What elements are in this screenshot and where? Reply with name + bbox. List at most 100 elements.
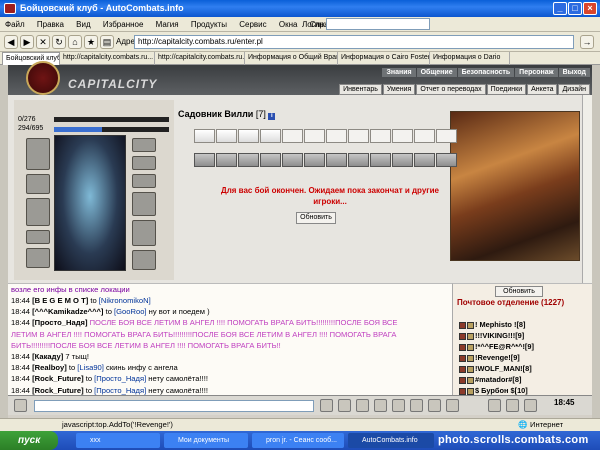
earrings-slot[interactable] bbox=[132, 138, 156, 152]
subnav-design[interactable]: Дизайн bbox=[558, 84, 590, 95]
back-icon[interactable]: ◀ bbox=[4, 35, 18, 49]
roster-item[interactable]: ! Mephisto ![8] bbox=[459, 320, 526, 329]
action-slot[interactable] bbox=[436, 153, 457, 167]
tab-capitalcity-2[interactable]: http://capitalcity.combats.ru... bbox=[155, 52, 245, 65]
chat-input[interactable] bbox=[34, 400, 314, 412]
subnav-transfers[interactable]: Отчет о переводах bbox=[416, 84, 486, 95]
people-icon[interactable] bbox=[524, 399, 537, 412]
quick-slot[interactable] bbox=[436, 129, 457, 143]
gloves-slot[interactable] bbox=[132, 192, 156, 216]
address-input[interactable]: http://capitalcity.combats.ru/enter.pl bbox=[134, 35, 574, 49]
quick-slot[interactable] bbox=[326, 129, 347, 143]
settings-icon[interactable] bbox=[410, 399, 423, 412]
roster-name[interactable]: #matador#[8] bbox=[475, 375, 521, 384]
quick-slot[interactable] bbox=[238, 129, 259, 143]
task-messenger[interactable]: pron jr. - Сеанс сооб... bbox=[252, 433, 344, 448]
go-icon[interactable]: → bbox=[580, 35, 594, 49]
action-slot[interactable] bbox=[348, 153, 369, 167]
roster-name[interactable]: $ Бурбон $[10] bbox=[475, 386, 528, 395]
roster-name[interactable]: !!!VIKING!!![9] bbox=[475, 331, 524, 340]
quick-slot[interactable] bbox=[370, 129, 391, 143]
home-icon[interactable]: ⌂ bbox=[68, 35, 82, 49]
quick-slot[interactable] bbox=[304, 129, 325, 143]
armor-slot[interactable] bbox=[26, 198, 50, 226]
tab-info-cairo[interactable]: Информация о Cairo Foster bbox=[338, 52, 430, 65]
chat-nick[interactable]: [^^^Kamikadze^^^] bbox=[32, 307, 105, 316]
weapon-slot[interactable] bbox=[26, 174, 50, 194]
translit-icon[interactable] bbox=[392, 399, 405, 412]
subnav-skills[interactable]: Умения bbox=[382, 84, 416, 95]
login-input[interactable] bbox=[326, 18, 430, 30]
chat-nick[interactable]: [Rock_Future] bbox=[32, 386, 86, 395]
refresh-button[interactable]: Обновить bbox=[296, 212, 336, 224]
roster-item[interactable]: !WOLF_MAN![8] bbox=[459, 364, 532, 373]
send-icon[interactable] bbox=[320, 399, 333, 412]
shield-slot[interactable] bbox=[132, 220, 156, 246]
nav-communication[interactable]: Общение bbox=[416, 68, 457, 77]
clear-icon[interactable] bbox=[374, 399, 387, 412]
menu-windows[interactable]: Окна bbox=[274, 17, 303, 32]
action-slot[interactable] bbox=[260, 153, 281, 167]
start-button[interactable]: пуск bbox=[0, 431, 58, 450]
filter-icon[interactable] bbox=[356, 399, 369, 412]
print-icon[interactable]: ▤ bbox=[100, 35, 114, 49]
friends-icon[interactable] bbox=[506, 399, 519, 412]
action-slot[interactable] bbox=[194, 153, 215, 167]
roster-item[interactable]: !Revenge![9] bbox=[459, 353, 520, 362]
chat-target[interactable]: [NikronomikoN] bbox=[99, 296, 151, 305]
refresh-icon[interactable]: ↻ bbox=[52, 35, 66, 49]
favorites-icon[interactable]: ★ bbox=[84, 35, 98, 49]
quick-slot[interactable] bbox=[216, 129, 237, 143]
character-avatar[interactable] bbox=[54, 135, 126, 271]
task-xxx[interactable]: xxx bbox=[76, 433, 160, 448]
opponent-name[interactable]: Садовник Вилли [7] i bbox=[178, 109, 276, 120]
quick-slot[interactable] bbox=[348, 129, 369, 143]
mail-icon[interactable] bbox=[488, 399, 501, 412]
action-slot[interactable] bbox=[238, 153, 259, 167]
roster-name[interactable]: ! Mephisto ![8] bbox=[475, 320, 526, 329]
leggings-slot[interactable] bbox=[132, 250, 156, 270]
maximize-button[interactable]: □ bbox=[568, 2, 582, 15]
menu-products[interactable]: Продукты bbox=[186, 17, 232, 32]
boots-slot[interactable] bbox=[26, 248, 50, 268]
close-button[interactable]: × bbox=[583, 2, 597, 15]
chat-nick[interactable]: [Realboy] bbox=[32, 363, 69, 372]
roster-name[interactable]: !Revenge![9] bbox=[475, 353, 520, 362]
quick-slot[interactable] bbox=[414, 129, 435, 143]
action-slot[interactable] bbox=[370, 153, 391, 167]
chat-nick[interactable]: [Какаду] bbox=[32, 352, 65, 361]
sound-icon[interactable] bbox=[428, 399, 441, 412]
roster-name[interactable]: !WOLF_MAN![8] bbox=[475, 364, 532, 373]
menu-view[interactable]: Вид bbox=[71, 17, 95, 32]
nav-security[interactable]: Безопасность bbox=[457, 68, 515, 77]
menu-service[interactable]: Сервис bbox=[234, 17, 271, 32]
chat-nick[interactable]: [Просто_Надя] bbox=[32, 318, 89, 327]
action-slot[interactable] bbox=[216, 153, 237, 167]
subnav-profile[interactable]: Анкета bbox=[527, 84, 558, 95]
nav-character[interactable]: Персонаж bbox=[515, 68, 558, 77]
chat-target[interactable]: [Просто_Надя] bbox=[94, 386, 148, 395]
helmet-slot[interactable] bbox=[26, 138, 50, 170]
menu-magic[interactable]: Магия bbox=[151, 17, 184, 32]
chat-mode-icon[interactable] bbox=[14, 399, 27, 412]
action-slot[interactable] bbox=[304, 153, 325, 167]
chat-target[interactable]: [Просто_Надя] bbox=[94, 374, 148, 383]
action-slot[interactable] bbox=[392, 153, 413, 167]
quick-slot[interactable] bbox=[392, 129, 413, 143]
quick-slot[interactable] bbox=[282, 129, 303, 143]
menu-favorites[interactable]: Избранное bbox=[98, 17, 149, 32]
menu-edit[interactable]: Правка bbox=[32, 17, 69, 32]
info-icon[interactable]: i bbox=[268, 113, 276, 120]
forward-icon[interactable]: ▶ bbox=[20, 35, 34, 49]
quick-slot[interactable] bbox=[194, 129, 215, 143]
amulet-slot[interactable] bbox=[132, 156, 156, 170]
chat-target[interactable]: [GooRoo] bbox=[114, 307, 149, 316]
tab-info-dario[interactable]: Информация о Dario bbox=[430, 52, 510, 65]
task-autocombats[interactable]: AutoCombats.info bbox=[348, 433, 434, 448]
subnav-inventory[interactable]: Инвентарь bbox=[339, 84, 382, 95]
rings-slot[interactable] bbox=[132, 174, 156, 188]
roster-item[interactable]: !*^^FE@R^*^![9] bbox=[459, 342, 534, 351]
action-slot[interactable] bbox=[414, 153, 435, 167]
belt-slot[interactable] bbox=[26, 230, 50, 244]
chat-nick[interactable]: [Rock_Future] bbox=[32, 374, 86, 383]
